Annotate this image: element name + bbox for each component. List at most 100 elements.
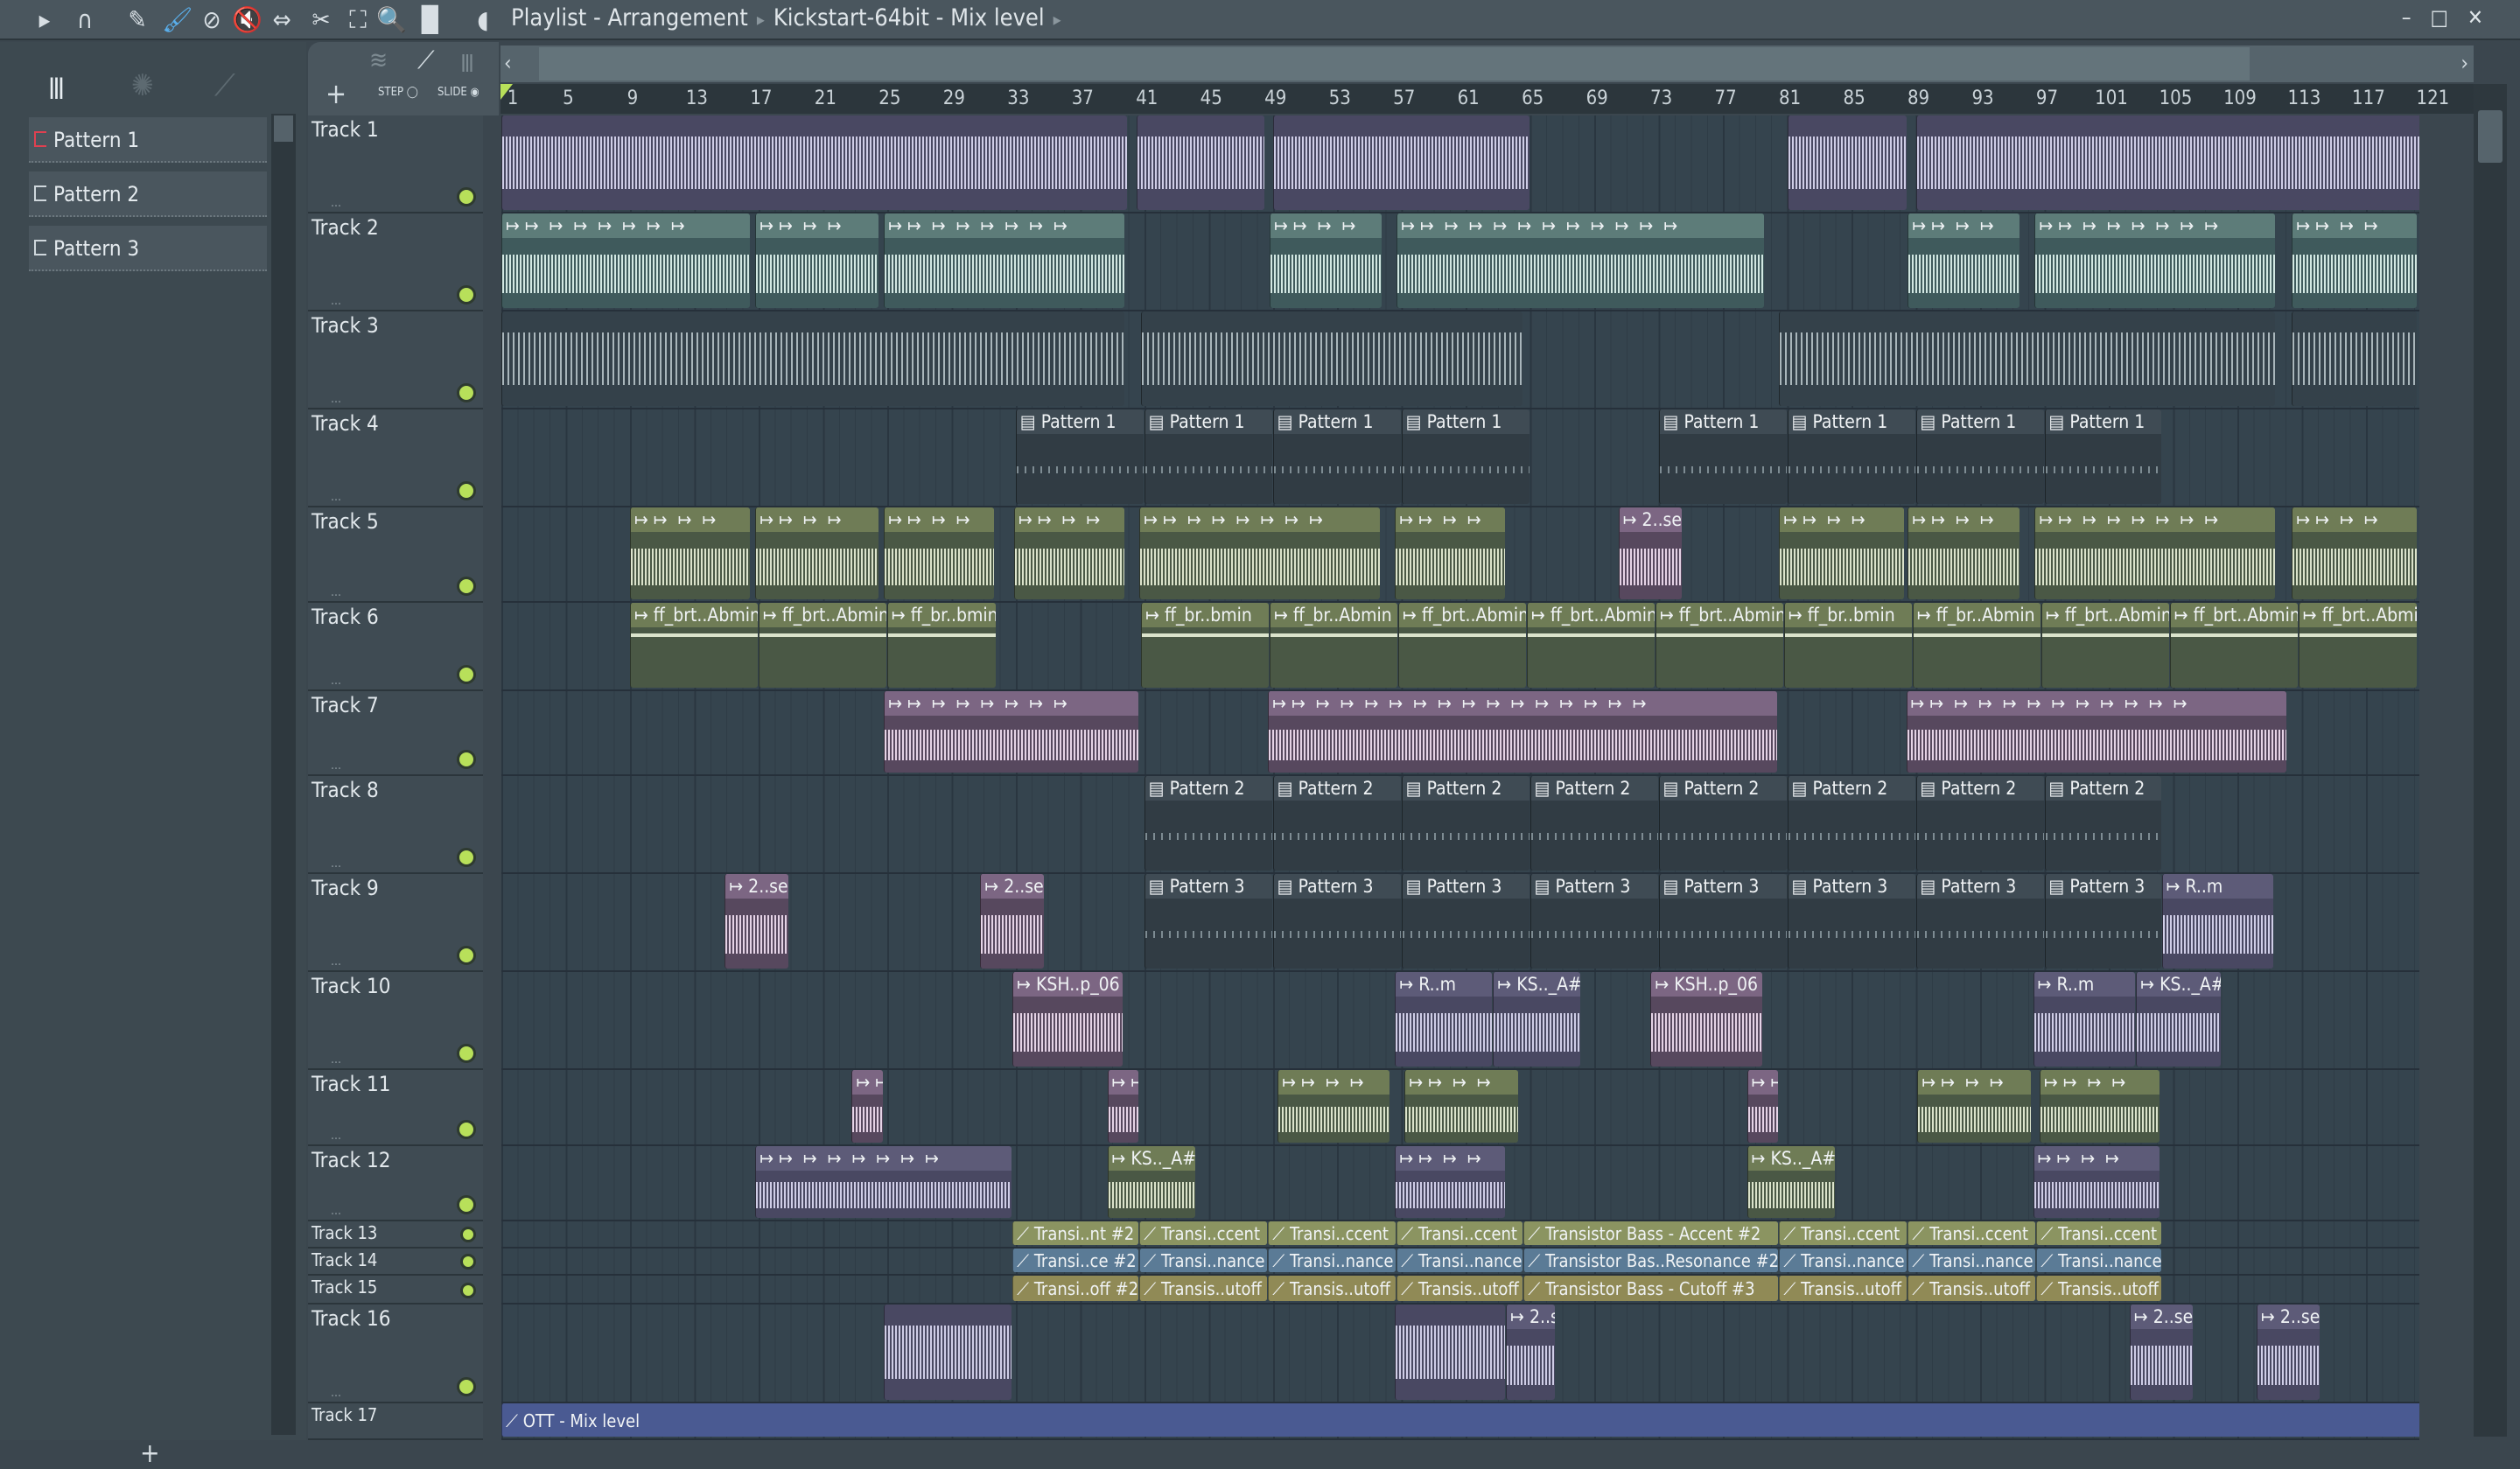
track-lane[interactable]: ↦ 2..se↦ 2..se↦ 2..se [501, 1305, 2419, 1403]
audio-clip-icon[interactable]: ≋ [369, 45, 388, 74]
track-lane[interactable]: ↦ ff_brt..Abmin ↦ ff_brt..Abmin ↦ ff_br..b… [501, 603, 2419, 691]
pattern-clip[interactable]: ▤ Pattern 2 [1530, 776, 1658, 871]
track-lane[interactable]: ▤ Pattern 1 ▤ Pattern 1 ▤ Pattern 1 ▤ Patte… [501, 409, 2419, 507]
track-lane[interactable]: ↦ ↦↦↦↦↦↦↦ ↦ ↦↦↦ ↦ ↦↦↦↦↦↦↦ ↦ ↦↦↦ ↦ ↦↦↦↦↦↦↦↦↦↦… [501, 213, 2419, 311]
track-enable-led[interactable] [460, 1254, 476, 1270]
track-lane[interactable]: ▤ Pattern 2 ▤ Pattern 2 ▤ Pattern 2 ▤ Patte… [501, 776, 2419, 874]
pattern-clip[interactable]: ↦ KS.._A# [1746, 1146, 1835, 1218]
track-enable-led[interactable] [457, 481, 476, 500]
automation-clip[interactable]: ⟋ Transi..nance [1268, 1249, 1396, 1272]
track-lane[interactable] [501, 311, 2419, 409]
automation-clip[interactable]: ⟋ Transi..nance [1139, 1249, 1268, 1272]
pattern-clip[interactable]: ↦ ff_brt..Abmin [2040, 603, 2169, 688]
audio-clip[interactable]: ↦ ↦↦↦ [1395, 1146, 1506, 1218]
pattern-item[interactable]: Pattern 3 [29, 226, 267, 271]
pattern-clip[interactable]: ↦ ff_br..bmin [886, 603, 996, 688]
audio-clip[interactable]: ↦ ↦ [1746, 1070, 1779, 1143]
audio-clip[interactable] [1395, 1305, 1506, 1400]
automation-icon[interactable]: ⟋ [214, 68, 235, 103]
track-header[interactable]: Track 7... [308, 691, 483, 776]
pattern-clip[interactable]: ↦ ↦↦↦ [1779, 507, 1904, 599]
track-enable-led[interactable] [457, 383, 476, 402]
pattern-scrollbar[interactable] [271, 114, 296, 1435]
track-lane[interactable]: ↦ KSH..p_06 ↦ R..m ↦ KS.._A# ↦ KSH..p_06 ↦ R… [501, 972, 2419, 1070]
piano-icon[interactable]: 𝍫 [49, 68, 64, 118]
track-lane[interactable]: ↦ ↦↦↦↦↦↦↦ ↦ ↦↦↦↦↦↦↦↦↦↦↦↦↦↦↦ ↦ ↦↦↦↦↦↦↦↦↦↦↦ [501, 691, 2419, 776]
pattern-clip[interactable]: ↦ ↦↦↦↦↦↦↦↦↦↦↦ [1396, 213, 1764, 308]
pattern-clip[interactable]: ↦ ↦↦↦↦↦↦↦ [2034, 213, 2276, 308]
track-enable-led[interactable] [457, 946, 476, 965]
track-lane[interactable]: ⟋ Transi..ce #2 ⟋ Transi..nance ⟋ Transi..… [501, 1249, 2419, 1276]
step-toggle[interactable]: STEP ◯ [378, 86, 418, 99]
pattern-clip[interactable]: ↦ ↦↦↦ [1404, 1070, 1518, 1143]
audio-clip[interactable] [1787, 115, 1908, 210]
track-grip[interactable]: ... [331, 196, 341, 210]
speaker-icon[interactable]: ◖ [468, 5, 498, 35]
audio-clip[interactable]: ↦ R..m [2033, 972, 2136, 1067]
paint-brush-icon[interactable]: 🖌 [162, 5, 193, 35]
track-grip[interactable]: ... [331, 955, 341, 969]
minimize-button[interactable]: – [2402, 5, 2431, 30]
zoom-icon[interactable]: 🔍 [376, 5, 407, 35]
pattern-clip[interactable]: ▤ Pattern 2 [1915, 776, 2044, 871]
select-icon[interactable]: ⛶ [343, 5, 373, 35]
automation-clip[interactable]: ⟋ Transi..nance [1779, 1249, 1908, 1272]
track-header[interactable]: Track 3... [308, 311, 483, 409]
track-header[interactable]: Track 15 [308, 1276, 483, 1305]
track-lane[interactable]: ⟋ Transi..off #2 ⟋ Transis..utoff ⟋ Transi… [501, 1276, 2419, 1305]
track-header[interactable]: Track 14 [308, 1249, 483, 1276]
pattern-clip[interactable]: ▤ Pattern 2 [2044, 776, 2161, 871]
track-grip[interactable]: ... [331, 294, 341, 308]
track-lane[interactable]: ↦ ↦↦ ↦↦ ↦↦↦↦ ↦↦↦↦ ↦↦ ↦↦↦↦ ↦↦↦ [501, 1070, 2419, 1146]
track-enable-led[interactable] [457, 750, 476, 769]
automation-clip[interactable]: ⟋ Transi..ce #2 [1012, 1249, 1139, 1272]
audio-clip[interactable]: ↦ ↦↦↦↦↦↦↦↦↦↦↦↦↦↦↦ [1268, 691, 1777, 773]
automation-clip[interactable]: ⟋ Transi..nance [2036, 1249, 2161, 1272]
audio-clip[interactable] [501, 311, 1124, 406]
pattern-clip[interactable]: ▤ Pattern 2 [1787, 776, 1915, 871]
track-enable-led[interactable] [457, 285, 476, 304]
track-grip[interactable]: ... [331, 857, 341, 871]
audio-clip[interactable]: ↦ ↦ [1107, 1070, 1139, 1143]
track-header[interactable]: Track 17 [308, 1403, 483, 1440]
track-grip[interactable]: ... [331, 1129, 341, 1143]
track-header[interactable]: Track 13 [308, 1221, 483, 1249]
automation-clip[interactable]: ⟋ Transistor Bas..Resonance #2 [1523, 1249, 1779, 1272]
pattern-clip[interactable]: ↦ ↦↦↦ [1395, 507, 1506, 599]
automation-clip[interactable]: ⟋ Transistor Bass - Cutoff #3 [1523, 1276, 1779, 1301]
mute-icon[interactable]: 🔇 [232, 5, 262, 35]
pattern-clip[interactable]: ▤ Pattern 1 [2044, 409, 2161, 504]
track-grip[interactable]: ... [331, 490, 341, 504]
automation-clip[interactable]: ⟋ Transi..nt #2 [1012, 1221, 1139, 1245]
audio-clip[interactable] [1272, 115, 1530, 210]
pattern-clip[interactable]: ↦ ff_br..Abmin [1912, 603, 2040, 688]
pattern-clip[interactable]: ▤ Pattern 2 [1144, 776, 1272, 871]
pattern-clip[interactable]: ▤ Pattern 1 [1272, 409, 1401, 504]
automation-clip[interactable]: ⟋ Transi..nance [1396, 1249, 1523, 1272]
pattern-clip[interactable]: ↦ ↦↦↦ [1908, 507, 2020, 599]
audio-clip[interactable]: ↦ KSH..p_06 [1012, 972, 1123, 1067]
automation-clip[interactable]: ⟋ Transi..ccent [1268, 1221, 1396, 1245]
track-grip[interactable]: ... [331, 392, 341, 406]
pencil-icon[interactable]: ✎ [122, 5, 152, 35]
track-header[interactable]: Track 10... [308, 972, 483, 1070]
track-grip[interactable]: ... [331, 585, 341, 599]
audio-clip[interactable]: ↦ ↦↦↦↦↦↦↦ [755, 1146, 1012, 1218]
audio-clip[interactable]: ↦ 2..se [724, 874, 788, 969]
pattern-clip[interactable]: ↦ ↦↦↦ [2040, 1070, 2160, 1143]
playback-icon[interactable]: ▐▌ [413, 5, 447, 35]
pattern-clip[interactable]: ↦ ↦↦↦↦↦↦↦ [2034, 507, 2276, 599]
pattern-clip[interactable]: ↦ ↦↦↦ [1278, 1070, 1390, 1143]
automation-clip[interactable]: ⟋ Transis..utoff [1396, 1276, 1523, 1301]
audio-clip[interactable]: ↦ ↦↦↦ [2033, 1146, 2160, 1218]
automation-clip[interactable]: ⟋ Transi..ccent [2036, 1221, 2161, 1245]
track-header[interactable]: Track 6... [308, 603, 483, 691]
pattern-clip[interactable]: ↦ ff_brt..Abmin [1527, 603, 1655, 688]
track-enable-led[interactable] [457, 1377, 476, 1396]
audio-clip[interactable] [1136, 115, 1264, 210]
maximize-button[interactable]: □ [2431, 5, 2468, 30]
audio-clip[interactable] [2292, 311, 2417, 406]
pattern-clip[interactable]: ▤ Pattern 3 [1915, 874, 2044, 969]
pattern-clip[interactable]: ↦ ff_brt..Abmin [758, 603, 886, 688]
pattern-clip[interactable]: ▤ Pattern 3 [1272, 874, 1401, 969]
